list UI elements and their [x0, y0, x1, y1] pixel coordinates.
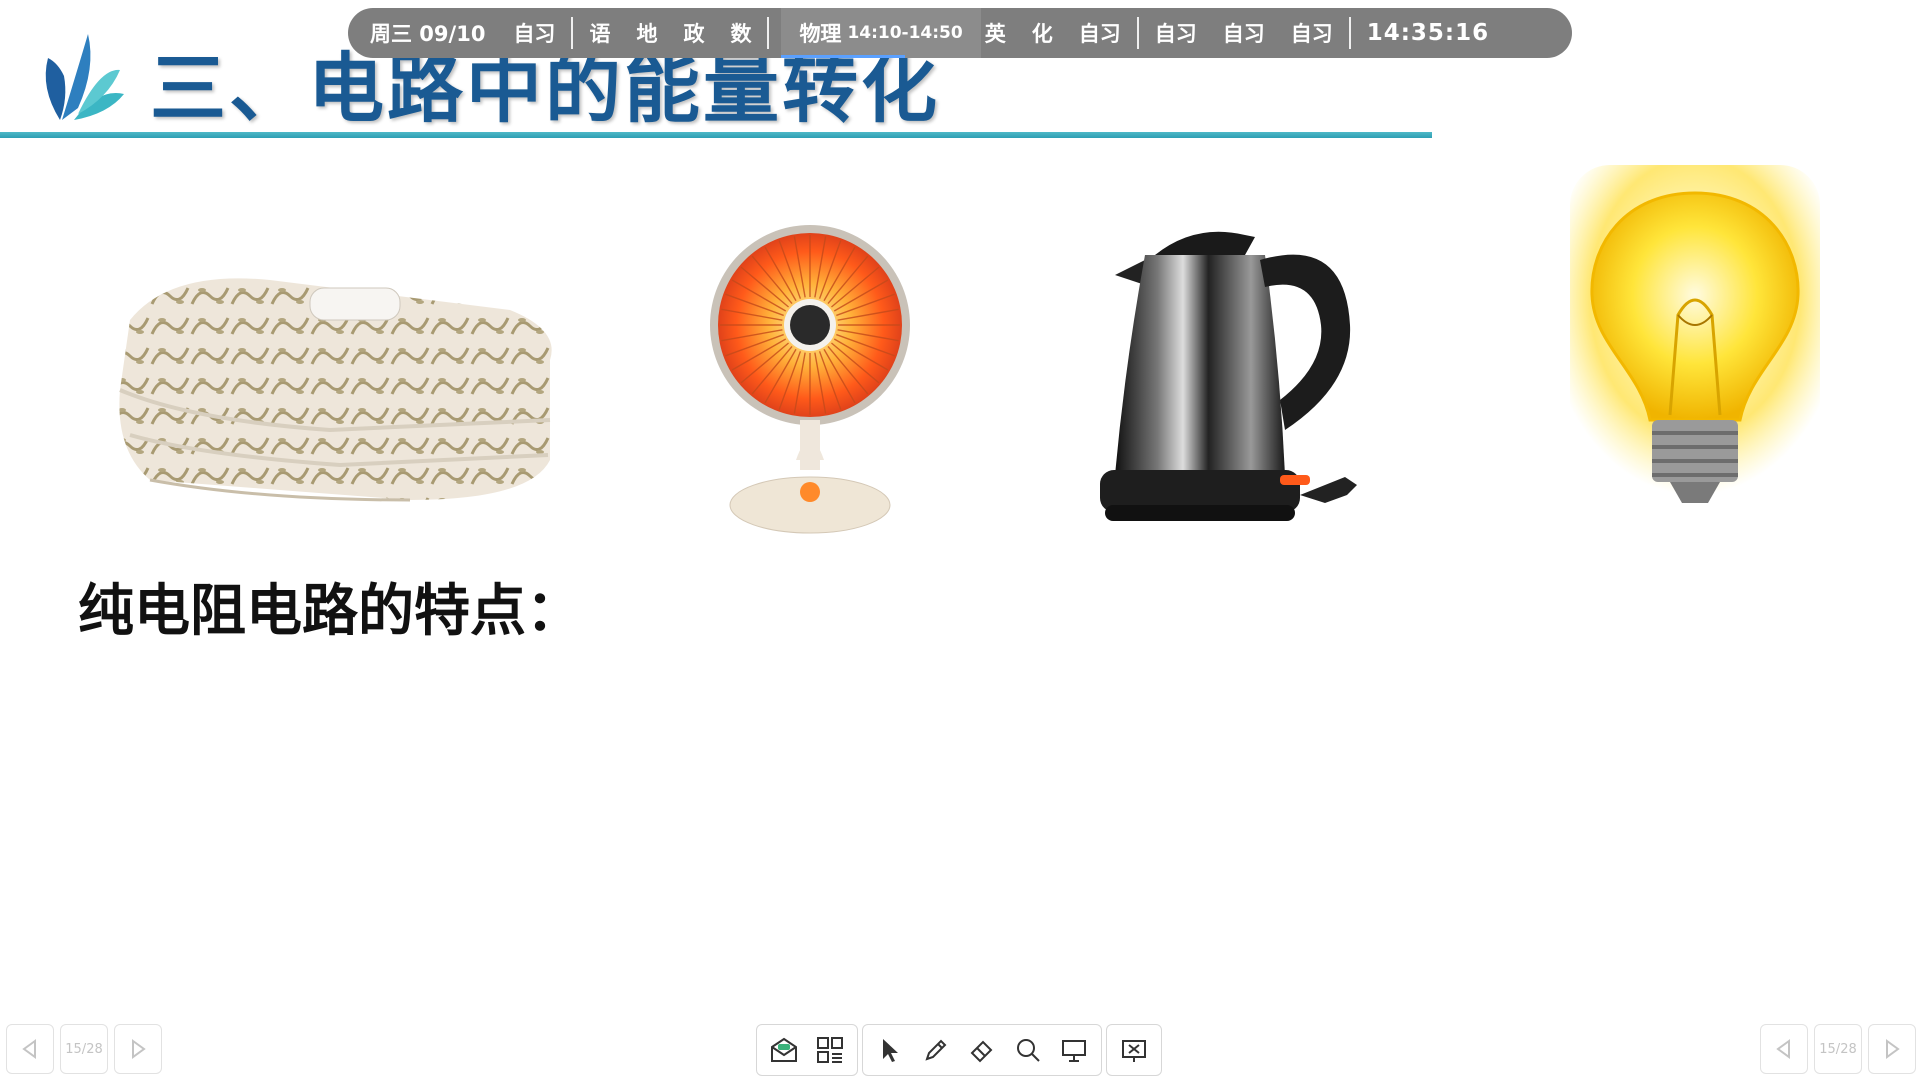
schedule-separator — [1348, 17, 1351, 49]
current-period: 物理 14:10-14:50 — [781, 8, 981, 58]
envelope-icon — [771, 1037, 797, 1062]
page-indicator[interactable]: 15/28 — [60, 1024, 108, 1074]
schedule-date: 周三 09/10 — [370, 22, 486, 46]
triangle-right-icon — [132, 1039, 146, 1059]
qr-grid-button[interactable] — [809, 1029, 851, 1071]
toolbar-group-exit — [1106, 1024, 1162, 1076]
schedule-subject: 英 — [984, 22, 1006, 46]
slide-subtitle: 纯电阻电路的特点： — [78, 579, 582, 644]
schedule-subject: 地 — [636, 22, 658, 46]
schedule-subject: 自习 — [1290, 22, 1333, 46]
next-page-button[interactable] — [114, 1024, 162, 1074]
schedule-separator — [1136, 17, 1139, 49]
pen-icon — [925, 1039, 947, 1061]
schedule-subject: 自习 — [1154, 22, 1197, 46]
triangle-right-icon — [1886, 1039, 1900, 1059]
pointer-button[interactable] — [869, 1029, 911, 1071]
pen-button[interactable] — [915, 1029, 957, 1071]
right-page-navigation: 15/28 — [1760, 1024, 1916, 1074]
logo-leaf-icon — [45, 34, 124, 120]
light-bulb-image — [1570, 165, 1820, 503]
class-schedule-bar: 周三 09/10 自习 语 地 政 数 物理 14:10-14:50 英 化 自… — [348, 8, 1572, 58]
magnifier-button[interactable] — [1007, 1029, 1049, 1071]
close-presentation-button[interactable] — [1113, 1029, 1155, 1071]
schedule-subject: 语 — [589, 22, 611, 46]
pointer-icon — [883, 1039, 898, 1062]
current-period-time: 14:10-14:50 — [847, 23, 963, 43]
next-page-button[interactable] — [1868, 1024, 1916, 1074]
qr-grid-icon — [817, 1037, 843, 1063]
period-progress-bar — [781, 55, 905, 58]
screen-button[interactable] — [1053, 1029, 1095, 1071]
magnifier-icon — [1017, 1039, 1040, 1062]
schedule-subject: 化 — [1031, 22, 1053, 46]
presentation-toolbar — [756, 1024, 1162, 1076]
schedule-subject: 自习 — [1078, 22, 1121, 46]
schedule-subject: 数 — [730, 22, 752, 46]
eraser-icon — [970, 1040, 993, 1063]
eraser-button[interactable] — [961, 1029, 1003, 1071]
close-presentation-icon — [1122, 1040, 1146, 1062]
page-indicator[interactable]: 15/28 — [1814, 1024, 1862, 1074]
schedule-subject: 政 — [683, 22, 705, 46]
title-divider — [0, 132, 1432, 138]
schedule-first-period: 自习 — [513, 22, 556, 46]
schedule-separator — [767, 17, 770, 49]
triangle-left-icon — [22, 1039, 36, 1059]
prev-page-button[interactable] — [1760, 1024, 1808, 1074]
electric-blanket-image — [119, 278, 552, 502]
left-page-navigation: 15/28 — [6, 1024, 162, 1074]
toolbar-group-apps — [756, 1024, 858, 1076]
electric-heater-image — [710, 225, 910, 534]
triangle-left-icon — [1776, 1039, 1790, 1059]
prev-page-button[interactable] — [6, 1024, 54, 1074]
electric-kettle-image — [1100, 231, 1357, 521]
schedule-subject: 自习 — [1222, 22, 1265, 46]
envelope-button[interactable] — [763, 1029, 805, 1071]
current-subject: 物理 — [799, 22, 842, 46]
schedule-clock: 14:35:16 — [1366, 20, 1490, 46]
schedule-separator — [571, 17, 574, 49]
toolbar-group-tools — [862, 1024, 1102, 1076]
screen-icon — [1062, 1040, 1086, 1062]
